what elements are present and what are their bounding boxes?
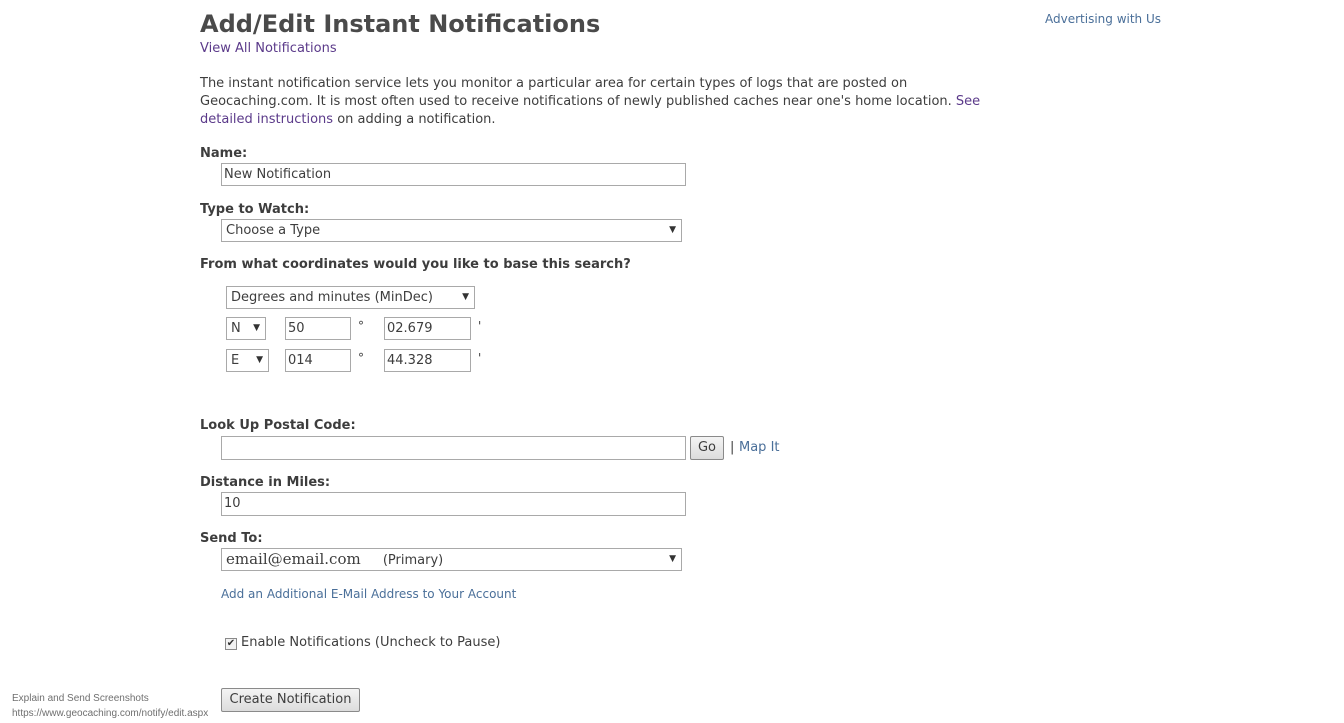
type-select-value: Choose a Type xyxy=(226,223,321,238)
lon-direction-select[interactable]: E ▼ xyxy=(226,349,269,372)
coords-label: From what coordinates would you like to … xyxy=(200,257,631,272)
enable-notifications-checkbox[interactable]: ✔ xyxy=(225,638,237,650)
coord-format-select[interactable]: Degrees and minutes (MinDec) ▼ xyxy=(226,286,475,309)
lon-minutes-input[interactable]: 44.328 xyxy=(384,349,471,372)
view-all-notifications-link[interactable]: View All Notifications xyxy=(200,41,337,56)
advertising-link[interactable]: Advertising with Us xyxy=(1045,12,1161,26)
map-it-link[interactable]: Map It xyxy=(739,440,780,455)
separator: | xyxy=(730,440,735,455)
intro-text: The instant notification service lets yo… xyxy=(200,76,952,109)
dropdown-arrow-icon: ▼ xyxy=(669,225,676,235)
distance-label: Distance in Miles: xyxy=(200,475,331,490)
send-to-email: email@email.com xyxy=(226,550,361,568)
postal-label: Look Up Postal Code: xyxy=(200,418,356,433)
lat-degree-symbol: ° xyxy=(358,319,364,333)
page: Advertising with Us Add/Edit Instant Not… xyxy=(0,0,1344,723)
intro-suffix: on adding a notification. xyxy=(337,112,496,127)
lat-direction-select[interactable]: N ▼ xyxy=(226,317,266,340)
send-to-select[interactable]: email@email.com (Primary) ▼ xyxy=(221,548,682,571)
lat-degrees-input[interactable]: 50 xyxy=(285,317,351,340)
lon-minute-symbol: ' xyxy=(478,351,482,365)
enable-notifications-label: Enable Notifications (Uncheck to Pause) xyxy=(241,635,501,650)
lon-direction-value: E xyxy=(231,353,240,368)
page-title: Add/Edit Instant Notifications xyxy=(200,10,601,38)
lat-direction-value: N xyxy=(231,321,241,336)
go-button[interactable]: Go xyxy=(690,436,724,460)
intro-paragraph: The instant notification service lets yo… xyxy=(200,75,990,129)
add-email-link[interactable]: Add an Additional E-Mail Address to Your… xyxy=(221,587,516,601)
dropdown-arrow-icon: ▼ xyxy=(669,554,676,564)
type-select[interactable]: Choose a Type ▼ xyxy=(221,219,682,242)
send-to-tag: (Primary) xyxy=(382,553,444,568)
lon-degrees-input[interactable]: 014 xyxy=(285,349,351,372)
type-label: Type to Watch: xyxy=(200,202,310,217)
status-explain-screenshots: Explain and Send Screenshots xyxy=(12,693,149,704)
lat-minutes-input[interactable]: 02.679 xyxy=(384,317,471,340)
distance-input[interactable]: 10 xyxy=(221,492,686,516)
coord-format-value: Degrees and minutes (MinDec) xyxy=(231,290,433,305)
send-to-label: Send To: xyxy=(200,531,263,546)
dropdown-arrow-icon: ▼ xyxy=(253,323,260,333)
lon-degree-symbol: ° xyxy=(358,351,364,365)
status-url: https://www.geocaching.com/notify/edit.a… xyxy=(12,708,209,719)
dropdown-arrow-icon: ▼ xyxy=(256,355,263,365)
postal-code-input[interactable] xyxy=(221,436,686,460)
dropdown-arrow-icon: ▼ xyxy=(462,292,469,302)
name-label: Name: xyxy=(200,146,248,161)
lat-minute-symbol: ' xyxy=(478,319,482,333)
name-input[interactable]: New Notification xyxy=(221,163,686,186)
create-notification-button[interactable]: Create Notification xyxy=(221,688,360,712)
